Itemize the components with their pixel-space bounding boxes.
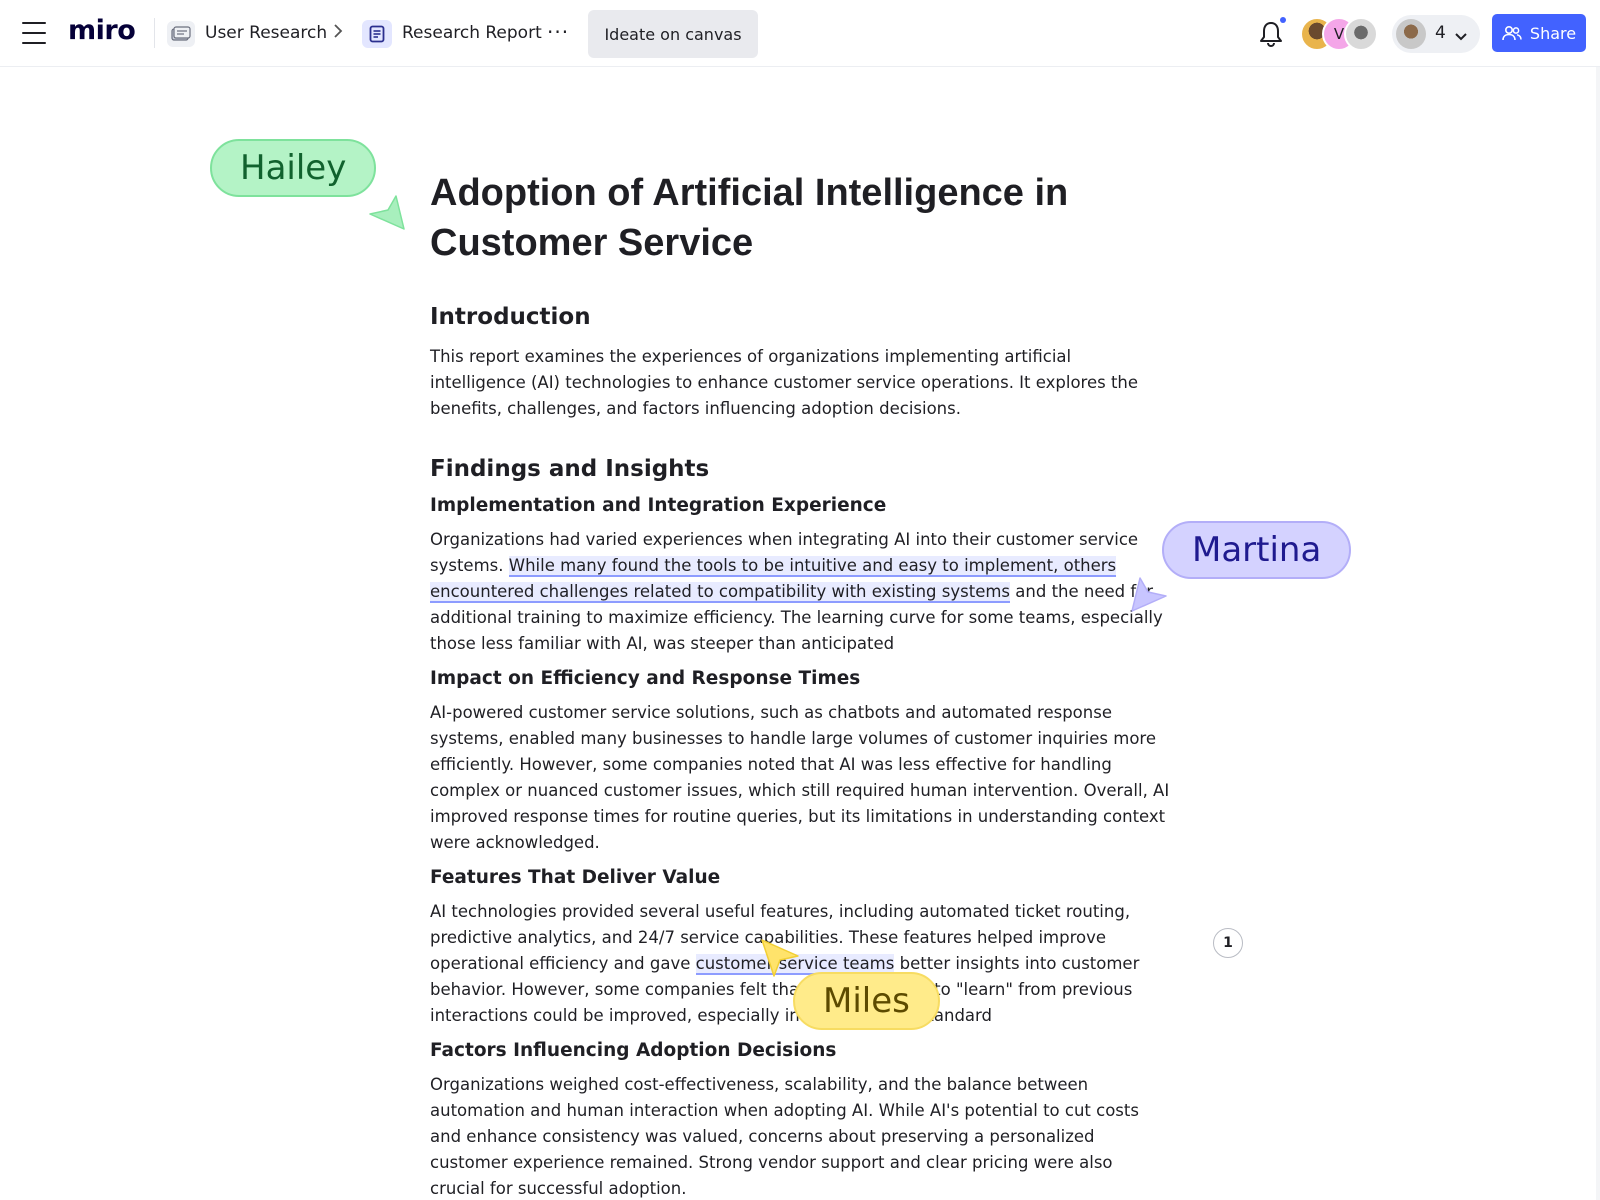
heading-findings[interactable]: Findings and Insights — [430, 454, 1170, 484]
paragraph-efficiency[interactable]: AI-powered customer service solutions, s… — [430, 700, 1170, 856]
divider — [154, 18, 155, 48]
paragraph-implementation[interactable]: Organizations had varied experiences whe… — [430, 527, 1170, 657]
subheading-efficiency[interactable]: Impact on Efficiency and Response Times — [430, 666, 1170, 692]
notification-dot — [1280, 17, 1286, 23]
breadcrumb-document[interactable]: Research Report — [402, 23, 542, 43]
board-icon — [167, 21, 195, 47]
document-icon — [362, 20, 392, 48]
paragraph-factors[interactable]: Organizations weighed cost-effectiveness… — [430, 1072, 1170, 1200]
chevron-down-icon — [1454, 27, 1468, 46]
users-dropdown[interactable]: 4 — [1392, 15, 1480, 53]
subheading-factors[interactable]: Factors Influencing Adoption Decisions — [430, 1038, 1170, 1064]
more-options-button[interactable]: ··· — [547, 20, 569, 44]
collaborator-avatars[interactable]: V — [1300, 17, 1382, 51]
cursor-arrow-icon — [761, 939, 799, 977]
document-body[interactable]: Adoption of Artificial Intelligence in C… — [430, 168, 1170, 1200]
scrollbar-track[interactable] — [1596, 67, 1600, 1200]
paragraph-introduction[interactable]: This report examines the experiences of … — [430, 344, 1170, 422]
ideate-on-canvas-button[interactable]: Ideate on canvas — [588, 10, 758, 58]
avatar — [1396, 19, 1426, 49]
collaborator-cursor-hailey: Hailey — [210, 139, 377, 197]
heading-introduction[interactable]: Introduction — [430, 302, 1170, 332]
comment-count-badge[interactable]: 1 — [1213, 928, 1243, 958]
cursor-arrow-icon — [1131, 577, 1167, 612]
collaborator-cursor-martina: Martina — [1162, 521, 1352, 579]
breadcrumb-chevron-icon — [333, 23, 343, 44]
document-title[interactable]: Adoption of Artificial Intelligence in C… — [430, 168, 1170, 268]
users-icon — [1502, 25, 1522, 41]
share-label: Share — [1529, 23, 1577, 43]
user-count: 4 — [1435, 23, 1446, 43]
breadcrumb-board[interactable]: User Research — [205, 23, 327, 43]
notifications-bell-icon[interactable] — [1258, 20, 1284, 48]
subheading-features[interactable]: Features That Deliver Value — [430, 865, 1170, 891]
share-button[interactable]: Share — [1492, 14, 1586, 52]
collaborator-cursor-miles: Miles — [793, 972, 940, 1030]
cursor-arrow-icon — [369, 195, 405, 230]
menu-icon[interactable] — [22, 22, 46, 44]
miro-logo[interactable]: miro — [68, 15, 136, 46]
avatar[interactable] — [1344, 17, 1378, 51]
top-bar: miro User Research Research Report ··· I… — [0, 0, 1600, 67]
subheading-implementation[interactable]: Implementation and Integration Experienc… — [430, 493, 1170, 519]
